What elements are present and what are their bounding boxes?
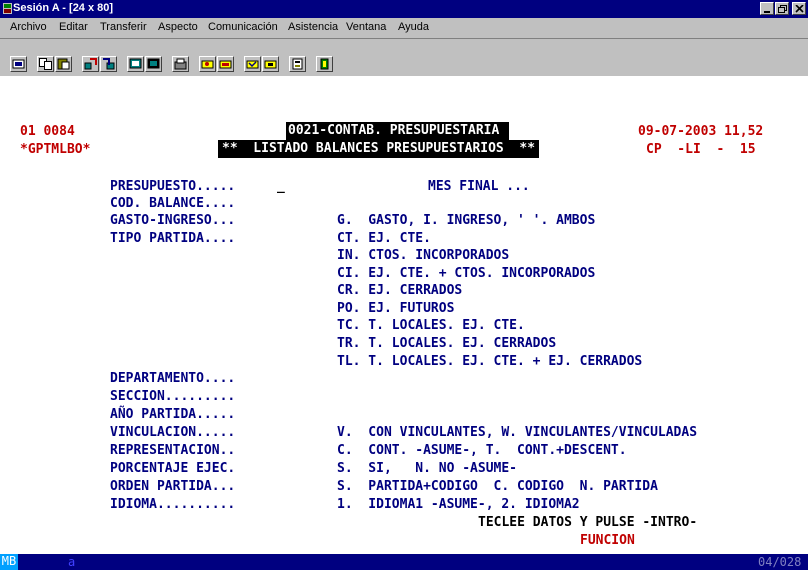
close-icon bbox=[795, 5, 804, 13]
instruction-text: TECLEE DATOS Y PULSE -INTRO- bbox=[478, 515, 698, 530]
label-seccion: SECCION......... bbox=[110, 389, 236, 404]
program-code: 01 0084 bbox=[20, 124, 75, 139]
label-departamento: DEPARTAMENTO.... bbox=[110, 371, 236, 386]
label-presupuesto: PRESUPUESTO..... bbox=[110, 179, 236, 194]
menu-archivo[interactable]: Archivo bbox=[10, 21, 47, 33]
display-setup-button[interactable] bbox=[145, 56, 162, 72]
label-representacion: REPRESENTACION.. bbox=[110, 443, 236, 458]
status-bar: MB a 04/028 bbox=[0, 554, 808, 570]
stop-macro-icon bbox=[246, 60, 259, 69]
menu-comunicacion[interactable]: Comunicación bbox=[208, 21, 278, 33]
option-orden: S. PARTIDA+CODIGO C. CODIGO N. PARTIDA bbox=[337, 479, 658, 494]
option-vinculacion: V. CON VINCULANTES, W. VINCULANTES/VINCU… bbox=[337, 425, 698, 440]
option-tipo-in: IN. CTOS. INCORPORADOS bbox=[337, 248, 510, 263]
restore-button[interactable] bbox=[775, 2, 789, 15]
play-macro-button[interactable] bbox=[217, 56, 234, 72]
menu-ventana[interactable]: Ventana bbox=[346, 21, 386, 33]
system-code: CP -LI - 15 bbox=[646, 142, 756, 157]
clipboard-button[interactable] bbox=[289, 56, 306, 72]
minimize-icon bbox=[764, 11, 770, 13]
date-time: 09-07-2003 11,52 bbox=[638, 124, 764, 139]
funcion-label: FUNCION bbox=[580, 533, 635, 548]
restore-icon bbox=[778, 5, 787, 13]
screen-subtitle: ** LISTADO BALANCES PRESUPUESTARIOS ** bbox=[218, 140, 540, 158]
toolbar bbox=[0, 38, 808, 74]
label-tipo-partida: TIPO PARTIDA.... bbox=[110, 231, 236, 246]
terminal-screen[interactable]: 01 0084 *GPTMLBO* 0021-CONTAB. PRESUPUES… bbox=[0, 76, 808, 554]
send-file-button[interactable] bbox=[82, 56, 99, 72]
option-tipo-tl: TL. T. LOCALES. EJ. CTE. + EJ. CERRADOS bbox=[337, 354, 643, 369]
keyboard-map-icon bbox=[174, 58, 187, 70]
option-tipo-po: PO. EJ. FUTUROS bbox=[337, 301, 455, 316]
menu-bar: Archivo Editar Transferir Aspecto Comuni… bbox=[0, 18, 808, 38]
option-idioma: 1. IDIOMA1 -ASUME-, 2. IDIOMA2 bbox=[337, 497, 580, 512]
option-porcentaje: S. SI, N. NO -ASUME- bbox=[337, 461, 518, 476]
option-tipo-ct: CT. EJ. CTE. bbox=[337, 231, 431, 246]
print-screen-button[interactable] bbox=[10, 56, 27, 72]
label-vinculacion: VINCULACION..... bbox=[110, 425, 236, 440]
label-gasto-ingreso: GASTO-INGRESO... bbox=[110, 213, 236, 228]
program-id: *GPTMLBO* bbox=[20, 142, 91, 157]
menu-transferir[interactable]: Transferir bbox=[100, 21, 147, 33]
print-screen-icon bbox=[12, 59, 25, 69]
option-representacion: C. CONT. -ASUME-, T. CONT.+DESCENT. bbox=[337, 443, 627, 458]
customize-button[interactable] bbox=[262, 56, 279, 72]
cursor-position: 04/028 bbox=[758, 555, 802, 569]
menu-aspecto[interactable]: Aspecto bbox=[158, 21, 198, 33]
record-macro-icon bbox=[201, 60, 214, 69]
receive-file-button[interactable] bbox=[100, 56, 117, 72]
screen-title: 0021-CONTAB. PRESUPUESTARIA bbox=[286, 122, 510, 140]
menu-asistencia[interactable]: Asistencia bbox=[288, 21, 338, 33]
menu-editar[interactable]: Editar bbox=[59, 21, 88, 33]
display-button[interactable] bbox=[127, 56, 144, 72]
menu-ayuda[interactable]: Ayuda bbox=[398, 21, 429, 33]
input-cursor[interactable]: _ bbox=[277, 179, 285, 195]
label-mes-final: MES FINAL ... bbox=[428, 179, 530, 194]
display-icon bbox=[129, 58, 142, 69]
paste-icon bbox=[57, 58, 70, 70]
label-idioma: IDIOMA.......... bbox=[110, 497, 236, 512]
stop-macro-button[interactable] bbox=[244, 56, 261, 72]
option-gasto: G. GASTO, I. INGRESO, ' '. AMBOS bbox=[337, 213, 596, 228]
record-macro-button[interactable] bbox=[199, 56, 216, 72]
option-tipo-cr: CR. EJ. CERRADOS bbox=[337, 283, 463, 298]
customize-icon bbox=[264, 60, 277, 69]
title-bar[interactable]: Sesión A - [24 x 80] bbox=[0, 0, 808, 18]
label-orden-partida: ORDEN PARTIDA... bbox=[110, 479, 236, 494]
clipboard-icon bbox=[292, 58, 303, 70]
window-title: Sesión A - [24 x 80] bbox=[13, 2, 114, 14]
minimize-button[interactable] bbox=[760, 2, 774, 15]
session-indicator: a bbox=[68, 555, 76, 569]
app-icon bbox=[3, 3, 12, 14]
exit-icon bbox=[320, 58, 329, 70]
paste-button[interactable] bbox=[55, 56, 72, 72]
display-setup-icon bbox=[147, 58, 160, 69]
send-file-icon bbox=[84, 58, 97, 70]
receive-file-icon bbox=[103, 58, 115, 70]
keyboard-map-button[interactable] bbox=[172, 56, 189, 72]
close-button[interactable] bbox=[792, 2, 806, 15]
option-tipo-tc: TC. T. LOCALES. EJ. CTE. bbox=[337, 318, 525, 333]
copy-button[interactable] bbox=[37, 56, 54, 72]
copy-icon bbox=[39, 58, 52, 70]
label-ano-partida: AÑO PARTIDA..... bbox=[110, 407, 236, 422]
option-tipo-tr: TR. T. LOCALES. EJ. CERRADOS bbox=[337, 336, 557, 351]
label-porcentaje: PORCENTAJE EJEC. bbox=[110, 461, 236, 476]
exit-button[interactable] bbox=[316, 56, 333, 72]
option-tipo-ci: CI. EJ. CTE. + CTOS. INCORPORADOS bbox=[337, 266, 596, 281]
label-cod-balance: COD. BALANCE.... bbox=[110, 196, 236, 211]
play-macro-icon bbox=[219, 60, 232, 69]
session-mode: MB bbox=[0, 554, 18, 570]
